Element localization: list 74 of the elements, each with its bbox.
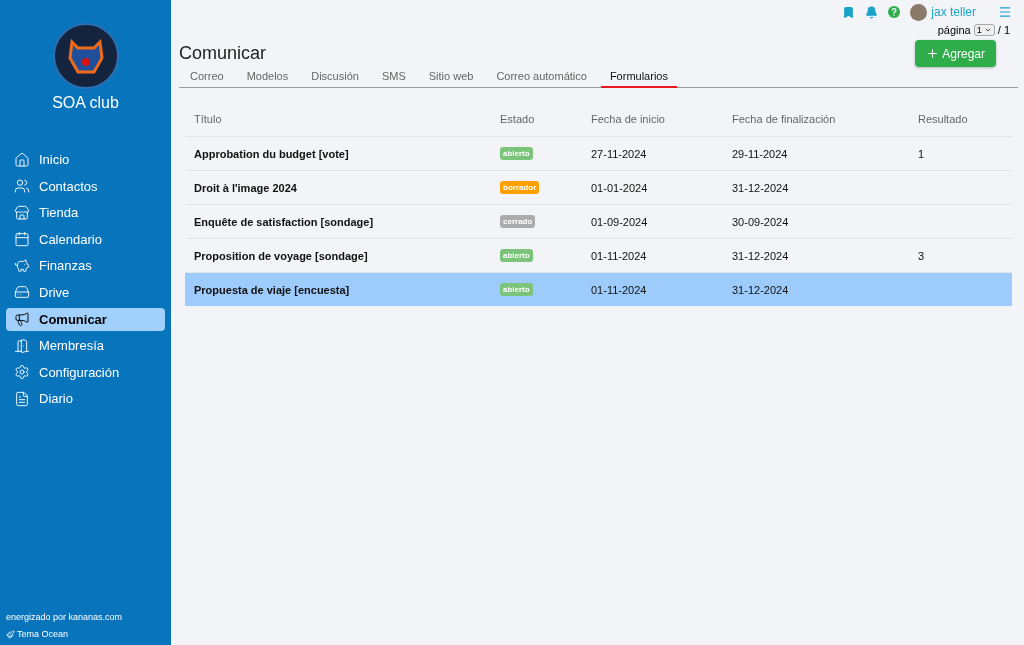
menu-icon[interactable] [998, 5, 1012, 19]
sidebar-item[interactable]: Configuración [6, 360, 165, 384]
tab[interactable]: Formularios [600, 67, 677, 88]
column-header: Fecha de finalización [731, 113, 837, 125]
nav-icon [14, 390, 30, 407]
start-date: 01-01-2024 [590, 181, 649, 194]
result-count: 3 [917, 249, 926, 262]
status-tag: borrador [500, 181, 540, 194]
sidebar-item[interactable]: Comunicar [6, 307, 165, 331]
powered-by-text: energizado por kananas.com [6, 612, 124, 622]
column-header: Fecha de inicio [590, 113, 666, 125]
nav-icon [14, 284, 30, 301]
form-title: Enquête de satisfaction [sondage] [193, 215, 375, 228]
nav-icon [14, 364, 30, 381]
page-select[interactable]: 1 [973, 24, 995, 36]
start-date: 27-11-2024 [590, 147, 648, 160]
end-date: 31-12-2024 [731, 181, 790, 194]
start-date: 01-09-2024 [590, 215, 649, 228]
nav-icon [14, 311, 30, 328]
end-date: 31-12-2024 [731, 249, 790, 262]
tab[interactable]: Modelos [237, 67, 298, 88]
table-row[interactable]: Enquête de satisfaction [sondage] cerrado 01-09-2024 30-09-2024 [185, 204, 1012, 238]
chevron-down-icon [983, 26, 992, 34]
bookmark-icon[interactable] [842, 5, 856, 19]
table-row[interactable]: Approbation du budget [vote] abierto 27-11-2024 29-11-2024 1 [185, 136, 1012, 170]
status-tag: abierto [500, 147, 533, 160]
tab[interactable]: Discusión [302, 67, 368, 88]
club-name: SOA club [52, 94, 119, 112]
nav-icon [14, 257, 30, 274]
tab[interactable]: Correo [181, 67, 233, 88]
table-row[interactable]: Droit à l'image 2024 borrador 01-01-2024 31-12-2024 [185, 170, 1012, 204]
end-date: 30-09-2024 [731, 215, 790, 228]
form-title: Propuesta de viaje [encuesta] [193, 283, 351, 296]
column-header: Título [193, 113, 223, 125]
nav-icon [14, 204, 30, 221]
tab[interactable]: SMS [372, 67, 415, 88]
sidebar-item[interactable]: Drive [6, 280, 165, 304]
sidebar-item[interactable]: Tienda [6, 201, 165, 225]
nav-icon [14, 178, 30, 195]
table-row[interactable]: Propuesta de viaje [encuesta] abierto 01-11-2024 31-12-2024 [185, 272, 1012, 306]
sidebar-item[interactable]: Calendario [6, 227, 165, 251]
status-tag: abierto [500, 249, 533, 262]
nav-icon [14, 231, 30, 248]
nav-icon [14, 151, 30, 168]
column-header: Estado [499, 113, 536, 125]
status-tag: cerrado [500, 215, 536, 228]
start-date: 01-11-2024 [590, 283, 648, 296]
add-button[interactable]: Agregar [915, 40, 996, 67]
column-header: Resultado [917, 113, 969, 125]
result-count: 1 [917, 147, 926, 160]
tab[interactable]: Correo automático [487, 67, 596, 88]
form-title: Approbation du budget [vote] [193, 147, 350, 160]
nav-icon [14, 337, 30, 354]
bell-icon[interactable] [865, 5, 879, 19]
form-title: Droit à l'image 2024 [193, 181, 298, 194]
theme-link[interactable]: Tema Ocean [17, 629, 69, 639]
paint-roller-icon [6, 629, 15, 639]
status-tag: abierto [500, 283, 533, 296]
plus-icon [926, 47, 940, 60]
page-title: Comunicar [179, 43, 267, 64]
help-icon[interactable] [888, 6, 901, 18]
start-date: 01-11-2024 [590, 249, 648, 262]
sidebar-item[interactable]: Inicio [6, 148, 165, 171]
page-total: / 1 [997, 24, 1010, 36]
tab[interactable]: Sitio web [419, 67, 483, 88]
sidebar-item[interactable]: Membresía [6, 334, 165, 358]
page-label: página [937, 24, 971, 36]
end-date: 29-11-2024 [731, 147, 789, 160]
sidebar-item[interactable]: Diario [6, 387, 165, 411]
form-title: Proposition de voyage [sondage] [193, 249, 369, 262]
avatar-icon[interactable] [910, 3, 928, 21]
sidebar-item[interactable]: Finanzas [6, 254, 165, 278]
end-date: 31-12-2024 [731, 283, 790, 296]
sidebar-item[interactable]: Contactos [6, 174, 165, 198]
